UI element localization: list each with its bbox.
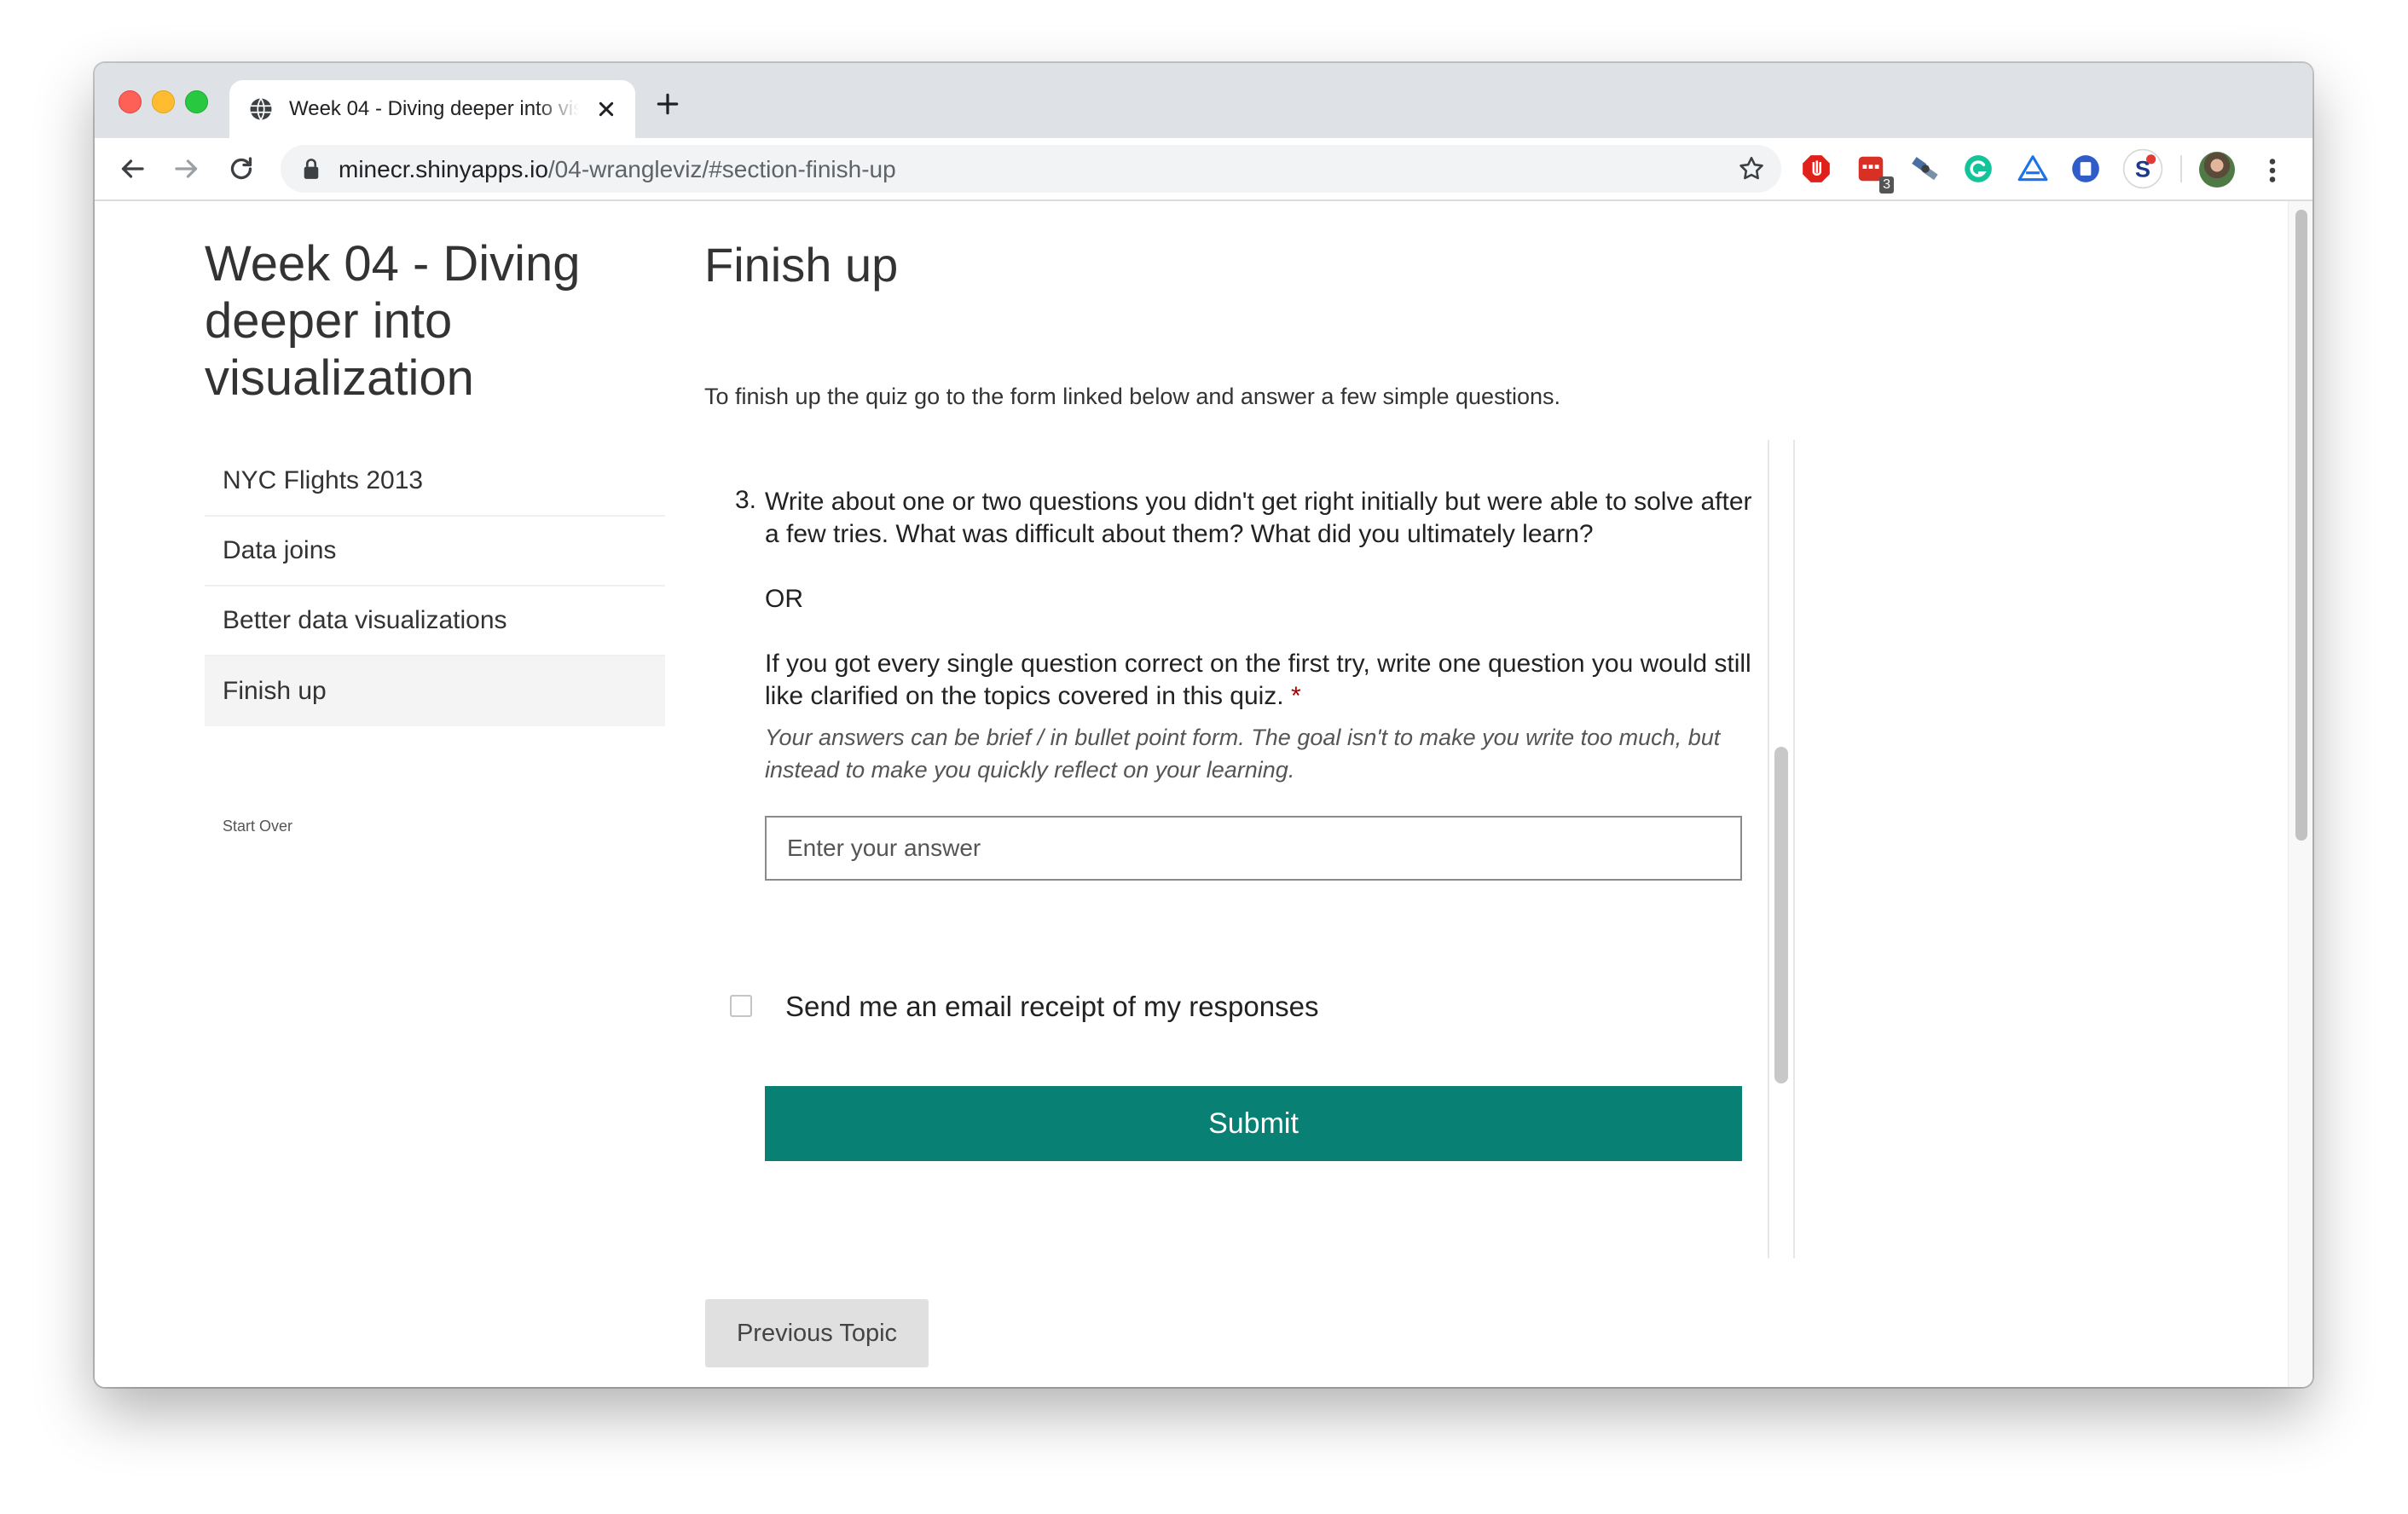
browser-toolbar: minecr.shinyapps.io/04-wrangleviz/#secti… (95, 138, 2312, 201)
tab-strip: Week 04 - Diving deeper into visualizati… (95, 63, 2312, 138)
grammarly-icon[interactable] (1962, 153, 1994, 185)
docs-extension-icon[interactable] (2069, 153, 2102, 185)
question-or: OR (765, 585, 803, 613)
page-content: Week 04 - Diving deeper into visualizati… (95, 201, 2312, 1387)
zoom-window-button[interactable] (185, 90, 208, 113)
previous-topic-button[interactable]: Previous Topic (705, 1299, 929, 1367)
forward-arrow-icon[interactable] (171, 153, 202, 184)
tutorial-title: Week 04 - Diving deeper into visualizati… (205, 236, 581, 406)
required-asterisk: * (1291, 682, 1301, 710)
minimize-window-button[interactable] (152, 90, 175, 113)
url-host: minecr.shinyapps.io (339, 156, 548, 182)
question-number: 3. (735, 486, 757, 514)
question-paragraph-alt: If you got every single question correct… (765, 648, 1771, 713)
browser-window: Week 04 - Diving deeper into visualizati… (95, 63, 2312, 1387)
topic-item-better-data-visualizations[interactable]: Better data visualizations (205, 587, 665, 656)
topic-item-finish-up[interactable]: Finish up (205, 656, 665, 726)
url-text: minecr.shinyapps.io/04-wrangleviz/#secti… (339, 156, 896, 183)
globe-icon (250, 98, 272, 120)
address-bar[interactable]: minecr.shinyapps.io/04-wrangleviz/#secti… (281, 145, 1781, 193)
email-receipt-label[interactable]: Send me an email receipt of my responses (785, 991, 1318, 1023)
lock-icon (304, 159, 319, 179)
kebab-menu-icon[interactable] (2262, 155, 2283, 186)
answer-input[interactable] (765, 816, 1742, 881)
page-scrollbar[interactable] (2288, 201, 2312, 1387)
url-path: /04-wrangleviz/#section-finish-up (547, 156, 896, 182)
page-scrollbar-thumb[interactable] (2295, 210, 2307, 841)
start-over-link[interactable]: Start Over (223, 818, 292, 835)
extension-badge: 3 (1879, 176, 1894, 194)
bookmark-star-icon[interactable] (1737, 154, 1766, 183)
sidekick-extension-icon[interactable]: S (2122, 148, 2163, 189)
back-arrow-icon[interactable] (117, 153, 148, 184)
profile-avatar[interactable] (2199, 152, 2235, 188)
adblock-icon[interactable] (1800, 153, 1832, 185)
question-hint: Your answers can be brief / in bullet po… (765, 725, 1721, 783)
toolbar-separator (2180, 155, 2182, 182)
close-window-button[interactable] (119, 90, 142, 113)
form-scroll-track-right (1793, 440, 1795, 1258)
close-tab-icon[interactable] (593, 95, 620, 123)
drive-extension-icon[interactable] (2017, 153, 2049, 185)
new-tab-icon[interactable] (654, 90, 681, 118)
satellite-extension-icon[interactable] (1909, 153, 1942, 185)
topic-item-data-joins[interactable]: Data joins (205, 517, 665, 587)
topic-navigation: NYC Flights 2013 Data joins Better data … (205, 447, 665, 726)
reload-icon[interactable] (226, 153, 257, 184)
section-intro: To finish up the quiz go to the form lin… (704, 384, 1561, 409)
calendar-extension-icon[interactable]: 3 (1855, 153, 1894, 194)
tab-title: Week 04 - Diving deeper into visualizati… (289, 97, 579, 120)
form-scrollbar-thumb[interactable] (1774, 747, 1788, 1083)
email-receipt-checkbox[interactable] (730, 995, 752, 1017)
section-title: Finish up (704, 238, 899, 292)
browser-tab-active[interactable]: Week 04 - Diving deeper into visualizati… (229, 80, 635, 138)
topic-item-nyc-flights[interactable]: NYC Flights 2013 (205, 447, 665, 517)
question-paragraph: Write about one or two questions you did… (765, 488, 1752, 548)
question-text: Write about one or two questions you did… (765, 486, 1771, 713)
question-paragraph-alt-text: If you got every single question correct… (765, 650, 1751, 710)
submit-button[interactable]: Submit (765, 1086, 1742, 1161)
